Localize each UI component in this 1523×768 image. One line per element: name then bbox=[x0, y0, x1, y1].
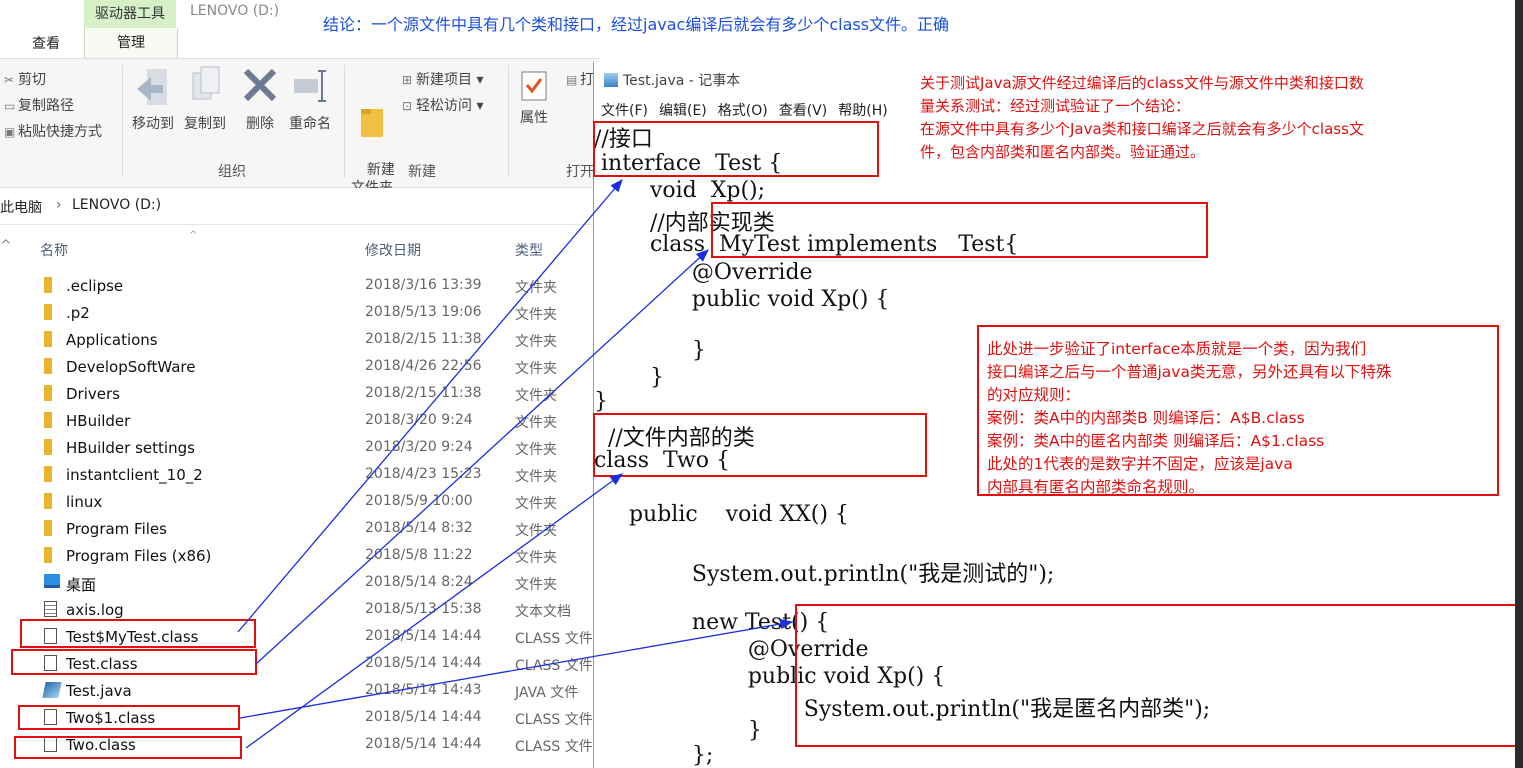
arrow-two1-to-anonymous bbox=[239, 618, 794, 719]
arrow-test-class-to-inner bbox=[255, 249, 709, 665]
arrow-test-mytest-to-interface bbox=[237, 179, 623, 633]
annotation-arrows bbox=[237, 179, 794, 749]
arrow-two-to-class-two bbox=[245, 473, 624, 749]
window-edge bbox=[1515, 0, 1523, 768]
